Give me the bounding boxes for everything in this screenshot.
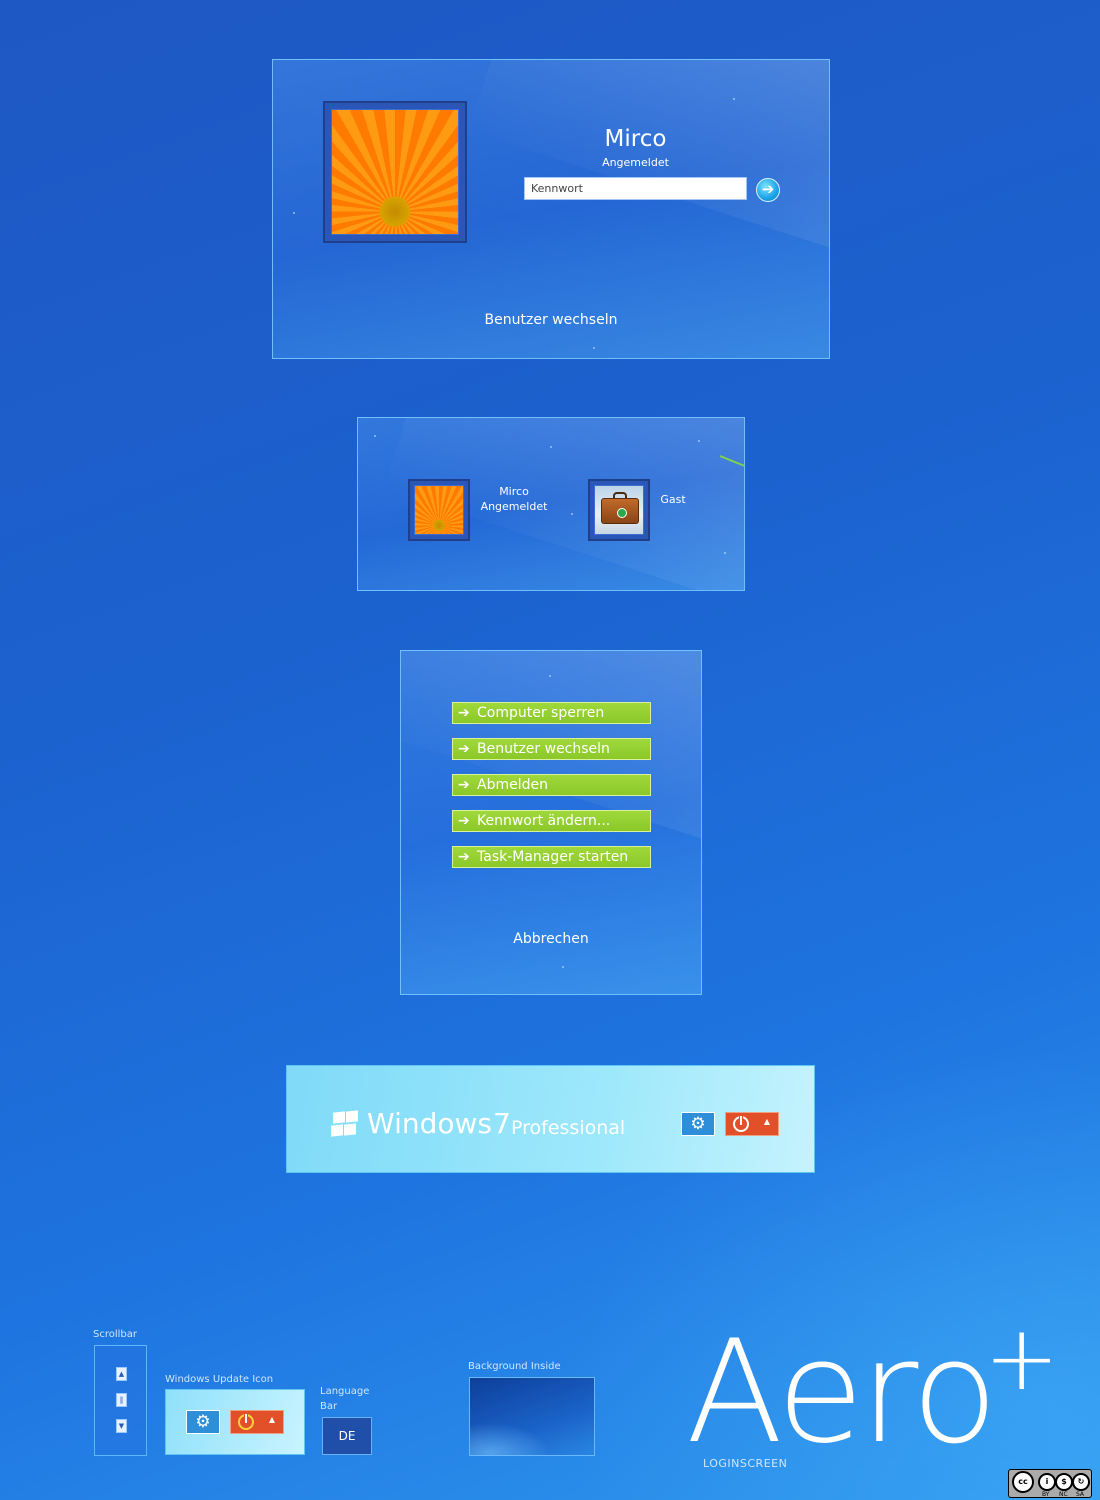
scroll-thumb[interactable]: ‖ xyxy=(116,1393,127,1407)
sparkle xyxy=(724,552,726,554)
user-select-panel: Mirco Angemeldet Gast xyxy=(357,417,745,591)
background-caption: Background Inside xyxy=(468,1361,561,1372)
sparkle xyxy=(698,440,700,442)
user-tile-name: Gast xyxy=(660,493,686,506)
ease-of-access-button[interactable]: ⚙ xyxy=(681,1112,715,1136)
sparkle xyxy=(593,347,595,349)
branding-bar: Windows 7 Professional ⚙ ▲ xyxy=(286,1065,815,1173)
sparkle xyxy=(733,98,735,100)
option-label: Task-Manager starten xyxy=(477,849,629,865)
suitcase-sticker xyxy=(617,508,627,518)
power-button[interactable]: ▲ xyxy=(725,1112,779,1136)
user-tile-guest[interactable] xyxy=(588,479,650,541)
title-aero: Aero xyxy=(686,1310,998,1475)
ease-of-access-button[interactable]: ⚙ xyxy=(186,1410,220,1434)
windows-logo-icon xyxy=(331,1110,359,1137)
option-switch-user[interactable]: ➔ Benutzer wechseln xyxy=(452,738,651,760)
cc-term: NC xyxy=(1059,1491,1068,1498)
product-name: Windows xyxy=(367,1107,492,1140)
user-tile-label: Mirco Angemeldet xyxy=(470,484,558,514)
user-status: Angemeldet xyxy=(602,156,669,169)
user-tile-mirco[interactable] xyxy=(408,479,470,541)
cc-by-icon: i xyxy=(1038,1473,1056,1491)
cc-term: BY xyxy=(1042,1491,1050,1498)
product-version: 7 xyxy=(493,1107,511,1140)
arrow-right-icon: ➔ xyxy=(761,180,775,198)
cc-term: SA xyxy=(1076,1491,1085,1498)
sparkle xyxy=(549,675,551,677)
cc-sa-icon: ↻ xyxy=(1072,1473,1090,1491)
sparkle xyxy=(550,446,552,448)
windows-update-icon xyxy=(238,1413,254,1430)
language-bar-caption: Language Bar xyxy=(320,1386,370,1412)
gear-icon: ⚙ xyxy=(690,1114,706,1134)
sparkle xyxy=(293,212,295,214)
option-label: Computer sperren xyxy=(477,705,605,721)
cc-nc-icon: $ xyxy=(1055,1473,1073,1491)
language-bar[interactable]: DE xyxy=(322,1417,372,1455)
user-tile-status: Angemeldet xyxy=(480,500,548,513)
sparkle xyxy=(562,966,564,968)
sparkle xyxy=(571,513,573,515)
login-panel: Mirco Angemeldet ➔ Benutzer wechseln xyxy=(272,59,830,359)
flower-picture xyxy=(331,109,459,235)
title-subtitle: LOGINSCREEN xyxy=(703,1457,788,1470)
security-options-panel: ➔ Computer sperren ➔ Benutzer wechseln ➔ Ab… xyxy=(400,650,702,995)
title-plus: + xyxy=(984,1306,1060,1411)
password-field[interactable] xyxy=(524,177,747,200)
user-avatar xyxy=(323,101,467,243)
chevron-up-icon: ▲ xyxy=(268,1415,275,1424)
option-change-password[interactable]: ➔ Kennwort ändern... xyxy=(452,810,651,832)
chevron-up-icon: ▲ xyxy=(763,1117,770,1126)
power-icon xyxy=(733,1115,749,1132)
option-task-manager[interactable]: ➔ Task-Manager starten xyxy=(452,846,651,868)
arrow-right-icon: ➔ xyxy=(458,813,470,829)
background-preview xyxy=(469,1377,595,1456)
update-icon-caption: Windows Update Icon xyxy=(165,1374,274,1385)
product-edition: Professional xyxy=(511,1117,626,1139)
scroll-down-button[interactable]: ▼ xyxy=(116,1419,127,1433)
arrow-right-icon: ➔ xyxy=(458,777,470,793)
option-label: Abmelden xyxy=(477,777,548,793)
option-label: Benutzer wechseln xyxy=(477,741,610,757)
suitcase-picture xyxy=(594,485,644,535)
submit-button[interactable]: ➔ xyxy=(756,178,780,202)
switch-user-link[interactable]: Benutzer wechseln xyxy=(273,312,829,328)
user-tile-name: Mirco xyxy=(499,485,529,498)
arrow-right-icon: ➔ xyxy=(458,705,470,721)
arrow-right-icon: ➔ xyxy=(458,741,470,757)
flower-picture xyxy=(414,485,464,535)
scrollbar-sample: ▲ ‖ ▼ xyxy=(94,1345,147,1456)
creative-commons-badge: cc i $ ↻ BY NC SA xyxy=(1008,1469,1092,1498)
user-tile-label: Gast xyxy=(656,492,690,507)
scrollbar-caption: Scrollbar xyxy=(93,1329,137,1340)
gear-icon: ⚙ xyxy=(195,1412,211,1432)
option-lock-computer[interactable]: ➔ Computer sperren xyxy=(452,702,651,724)
sparkle xyxy=(374,435,376,437)
update-icon-sample: ⚙ ▲ xyxy=(165,1389,305,1455)
option-label: Kennwort ändern... xyxy=(477,813,611,829)
scroll-up-button[interactable]: ▲ xyxy=(116,1367,127,1381)
arrow-right-icon: ➔ xyxy=(458,849,470,865)
option-log-off[interactable]: ➔ Abmelden xyxy=(452,774,651,796)
user-name: Mirco xyxy=(604,126,667,152)
cancel-link[interactable]: Abbrechen xyxy=(401,931,701,947)
cc-logo-icon: cc xyxy=(1012,1471,1034,1493)
update-power-button[interactable]: ▲ xyxy=(230,1410,284,1434)
